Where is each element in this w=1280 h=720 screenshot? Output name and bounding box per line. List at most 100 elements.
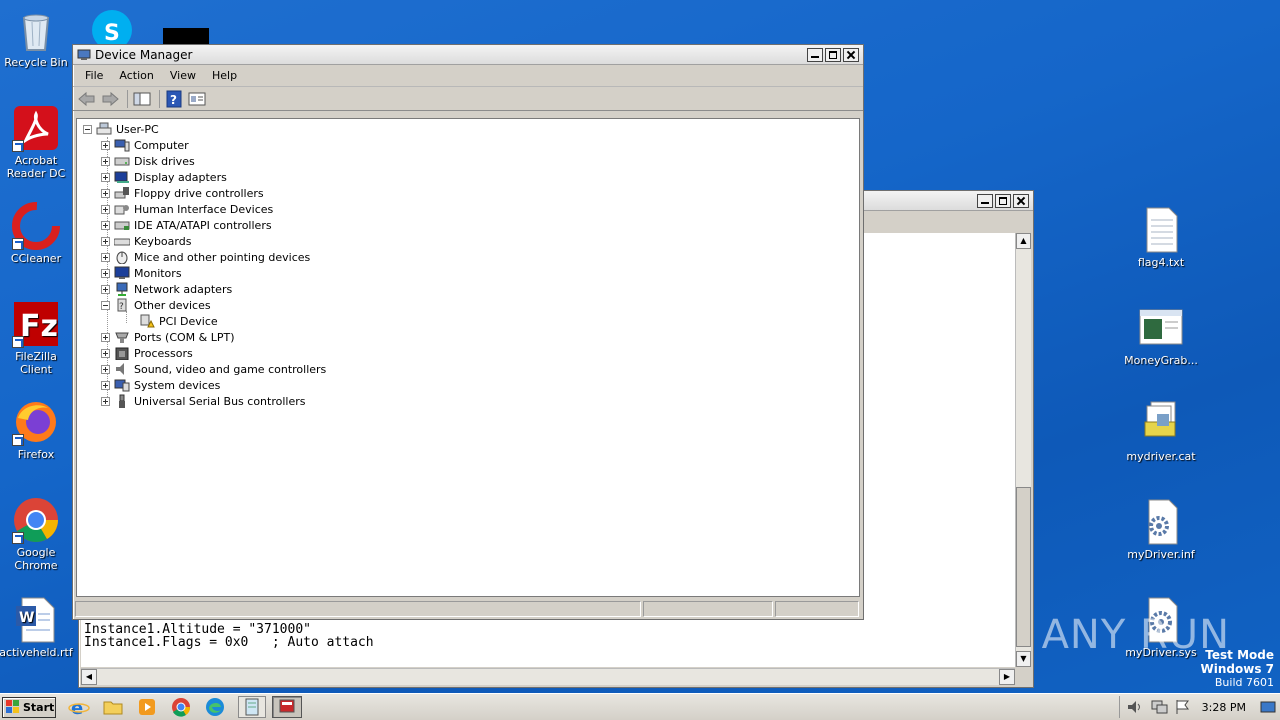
desktop-icon-flag4[interactable]: flag4.txt <box>1123 206 1199 269</box>
expand-toggle[interactable] <box>101 204 110 214</box>
back-arrow-icon[interactable] <box>77 90 97 108</box>
desktop-icon-filezilla[interactable]: Fz FileZilla Client <box>0 300 74 376</box>
desktop-icon-activeheld[interactable]: W activeheld.rtf <box>0 596 74 659</box>
tree-category-item[interactable]: Floppy drive controllers <box>101 185 264 201</box>
expand-toggle[interactable] <box>101 268 110 278</box>
disk-drive-icon <box>114 154 130 168</box>
expand-toggle[interactable] <box>101 348 110 358</box>
scroll-up-arrow-icon[interactable]: ▲ <box>1016 233 1031 249</box>
tree-category-item[interactable]: Disk drives <box>101 153 195 169</box>
expand-toggle[interactable] <box>101 140 110 150</box>
close-button[interactable] <box>843 47 859 62</box>
desktop-icon-moneygrab[interactable]: MoneyGrab... <box>1123 304 1199 367</box>
svg-text:S: S <box>104 21 120 44</box>
collapse-toggle[interactable] <box>83 124 92 134</box>
tree-label: Universal Serial Bus controllers <box>134 394 306 408</box>
tree-category-item[interactable]: Ports (COM & LPT) <box>101 329 235 345</box>
tree-category-item[interactable]: System devices <box>101 377 220 393</box>
expand-toggle[interactable] <box>101 188 110 198</box>
desktop-icon-recycle-bin[interactable]: Recycle Bin <box>0 6 74 69</box>
notepad-icon[interactable] <box>238 696 266 718</box>
desktop-icon-label: Acrobat Reader DC <box>6 154 66 180</box>
word-document-icon: W <box>12 596 60 644</box>
maximize-button[interactable] <box>995 193 1011 208</box>
tree-category-item[interactable]: Monitors <box>101 265 182 281</box>
tree-child-item[interactable]: PCI Device <box>139 313 218 329</box>
menu-help[interactable]: Help <box>204 69 245 82</box>
desktop-icon-acrobat[interactable]: Acrobat Reader DC <box>0 104 74 180</box>
maximize-button[interactable] <box>825 47 841 62</box>
tree-label: Display adapters <box>134 170 227 184</box>
scrollbar-thumb[interactable] <box>1016 487 1031 647</box>
tree-category-item[interactable]: Network adapters <box>101 281 232 297</box>
tree-category-item[interactable]: Processors <box>101 345 193 361</box>
tree-category-item[interactable]: Computer <box>101 137 189 153</box>
menu-action[interactable]: Action <box>111 69 161 82</box>
sound-icon <box>114 362 130 376</box>
minimize-button[interactable] <box>977 193 993 208</box>
device-manager-titlebar[interactable]: Device Manager <box>73 45 863 65</box>
expand-toggle[interactable] <box>101 332 110 342</box>
expand-toggle[interactable] <box>101 236 110 246</box>
tree-category-item[interactable]: Sound, video and game controllers <box>101 361 326 377</box>
expand-toggle[interactable] <box>101 252 110 262</box>
expand-toggle[interactable] <box>101 220 110 230</box>
tree-label: Keyboards <box>134 234 192 248</box>
tree-category-item[interactable]: Keyboards <box>101 233 191 249</box>
expand-toggle[interactable] <box>101 364 110 374</box>
device-manager-taskbar-icon[interactable] <box>272 696 302 718</box>
action-center-flag-icon[interactable] <box>1174 699 1192 715</box>
collapse-toggle[interactable] <box>101 300 110 310</box>
file-explorer-icon[interactable] <box>102 696 126 718</box>
expand-toggle[interactable] <box>101 172 110 182</box>
chrome-taskbar-icon[interactable] <box>170 696 194 718</box>
menu-file[interactable]: File <box>77 69 111 82</box>
skype-icon[interactable]: S <box>90 8 134 50</box>
network-icon[interactable] <box>1150 699 1168 715</box>
svg-text:Fz: Fz <box>20 309 58 344</box>
scroll-right-arrow-icon[interactable]: ▶ <box>999 669 1015 685</box>
clock[interactable]: 3:28 PM <box>1202 701 1246 714</box>
device-tree[interactable]: User-PC Computer Disk drives Display adapt… <box>76 118 860 597</box>
close-button[interactable] <box>1013 193 1029 208</box>
device-manager-app-icon <box>77 49 91 61</box>
volume-icon[interactable] <box>1126 699 1144 715</box>
expand-toggle[interactable] <box>101 380 110 390</box>
desktop-icon-ccleaner[interactable]: CCleaner <box>0 202 74 265</box>
edge-icon[interactable] <box>204 696 228 718</box>
expand-toggle[interactable] <box>101 284 110 294</box>
svg-text:?: ? <box>119 302 124 312</box>
test-mode-text: Test Mode Windows 7 Build 7601 <box>1150 648 1274 690</box>
vertical-scrollbar[interactable]: ▲ ▼ <box>1015 233 1031 667</box>
desktop-icon-mydriver-inf[interactable]: myDriver.inf <box>1123 498 1199 561</box>
tree-category-item[interactable]: IDE ATA/ATAPI controllers <box>101 217 272 233</box>
device-manager-window[interactable]: Device Manager File Action View Help ? U… <box>72 44 864 620</box>
media-player-icon[interactable] <box>136 696 160 718</box>
start-button[interactable]: Start <box>2 696 56 718</box>
filezilla-icon: Fz <box>12 300 60 348</box>
properties-icon[interactable] <box>187 90 207 108</box>
scroll-down-arrow-icon[interactable]: ▼ <box>1016 651 1031 667</box>
horizontal-scrollbar[interactable]: ◀ ▶ <box>81 668 1015 685</box>
system-devices-icon <box>114 378 130 392</box>
forward-arrow-icon[interactable] <box>100 90 120 108</box>
tree-category-item[interactable]: Mice and other pointing devices <box>101 249 310 265</box>
desktop-icon-firefox[interactable]: Firefox <box>0 398 74 461</box>
show-hide-tree-icon[interactable] <box>132 90 152 108</box>
scroll-left-arrow-icon[interactable]: ◀ <box>81 669 97 685</box>
tree-category-item[interactable]: ? Other devices <box>101 297 211 313</box>
desktop-icon-chrome[interactable]: Google Chrome <box>0 496 74 572</box>
minimize-button[interactable] <box>807 47 823 62</box>
tree-category-item[interactable]: Human Interface Devices <box>101 201 273 217</box>
help-icon[interactable]: ? <box>164 90 184 108</box>
desktop-icon-mydriver-cat[interactable]: mydriver.cat <box>1123 400 1199 463</box>
show-desktop-icon[interactable] <box>1260 700 1276 714</box>
tree-category-item[interactable]: Display adapters <box>101 169 227 185</box>
tree-root[interactable]: User-PC <box>83 121 159 137</box>
menu-view[interactable]: View <box>162 69 204 82</box>
tree-category-item[interactable]: Universal Serial Bus controllers <box>101 393 305 409</box>
expand-toggle[interactable] <box>101 396 110 406</box>
expand-toggle[interactable] <box>101 156 110 166</box>
recycle-bin-icon <box>12 6 60 54</box>
internet-explorer-icon[interactable]: e <box>68 696 92 719</box>
